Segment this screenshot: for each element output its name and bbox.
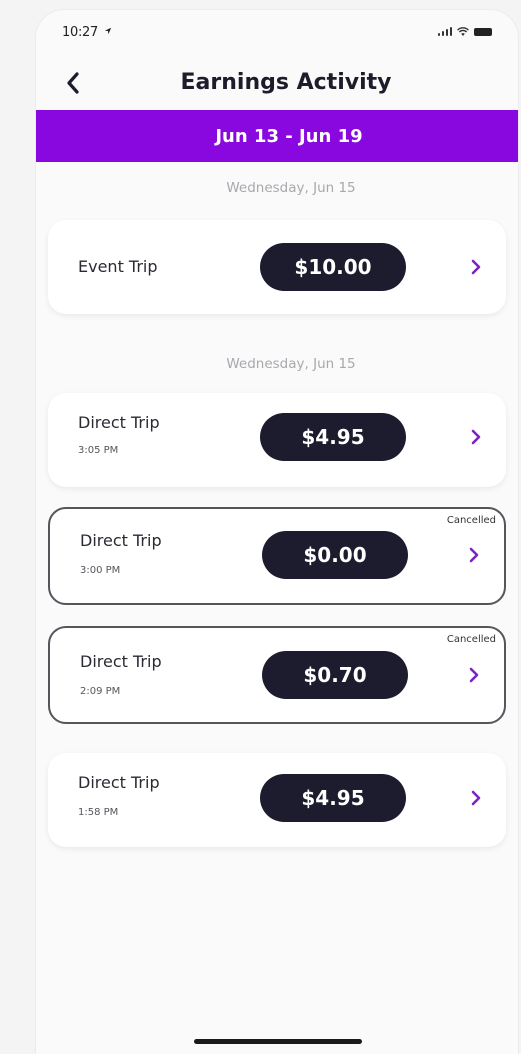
status-badge: Cancelled <box>446 634 496 645</box>
trip-type: Direct Trip <box>80 531 162 550</box>
trip-card[interactable]: Event Trip $10.00 <box>48 220 506 314</box>
trip-amount: $4.95 <box>260 774 406 822</box>
week-range-bar[interactable]: Jun 13 - Jun 19 <box>36 110 518 162</box>
status-time: 10:27 <box>62 25 112 40</box>
trip-chevron-button[interactable] <box>466 425 486 449</box>
day-header: Wednesday, Jun 15 <box>226 180 356 196</box>
trip-type: Event Trip <box>78 257 158 276</box>
wifi-icon <box>457 27 469 36</box>
phone-screen: 10:27 Earnings Activity Jun 13 - Jun 19 … <box>36 10 518 1054</box>
trip-type: Direct Trip <box>78 413 160 432</box>
chevron-right-icon <box>469 547 479 563</box>
chevron-right-icon <box>471 429 481 445</box>
nav-bar: Earnings Activity <box>36 62 518 106</box>
trip-card[interactable]: Direct Trip 1:58 PM $4.95 <box>48 753 506 847</box>
trip-amount: $4.95 <box>260 413 406 461</box>
trip-card[interactable]: Direct Trip 3:05 PM $4.95 <box>48 393 506 487</box>
day-header: Wednesday, Jun 15 <box>226 356 356 372</box>
trip-chevron-button[interactable] <box>466 255 486 279</box>
trip-time: 3:00 PM <box>80 565 121 576</box>
trip-amount: $0.70 <box>262 651 408 699</box>
page-title: Earnings Activity <box>180 70 392 95</box>
chevron-right-icon <box>469 667 479 683</box>
trip-chevron-button[interactable] <box>466 786 486 810</box>
chevron-right-icon <box>471 259 481 275</box>
status-badge: Cancelled <box>446 515 496 526</box>
trip-card[interactable]: Cancelled Direct Trip 3:00 PM $0.00 <box>48 507 506 605</box>
trip-amount: $10.00 <box>260 243 406 291</box>
trip-time: 3:05 PM <box>78 445 119 456</box>
chevron-right-icon <box>471 790 481 806</box>
location-arrow-icon <box>104 27 112 35</box>
week-range-label: Jun 13 - Jun 19 <box>215 125 363 147</box>
trip-type: Direct Trip <box>80 652 162 671</box>
trip-type: Direct Trip <box>78 773 160 792</box>
trip-chevron-button[interactable] <box>464 663 484 687</box>
battery-icon <box>474 28 492 36</box>
trip-card[interactable]: Cancelled Direct Trip 2:09 PM $0.70 <box>48 626 506 724</box>
trip-time: 1:58 PM <box>78 807 119 818</box>
trip-chevron-button[interactable] <box>464 543 484 567</box>
trip-amount: $0.00 <box>262 531 408 579</box>
signal-icon <box>437 27 452 36</box>
home-indicator[interactable] <box>194 1039 362 1044</box>
trip-time: 2:09 PM <box>80 686 121 697</box>
status-icons <box>437 27 492 36</box>
status-bar: 10:27 <box>36 10 518 50</box>
